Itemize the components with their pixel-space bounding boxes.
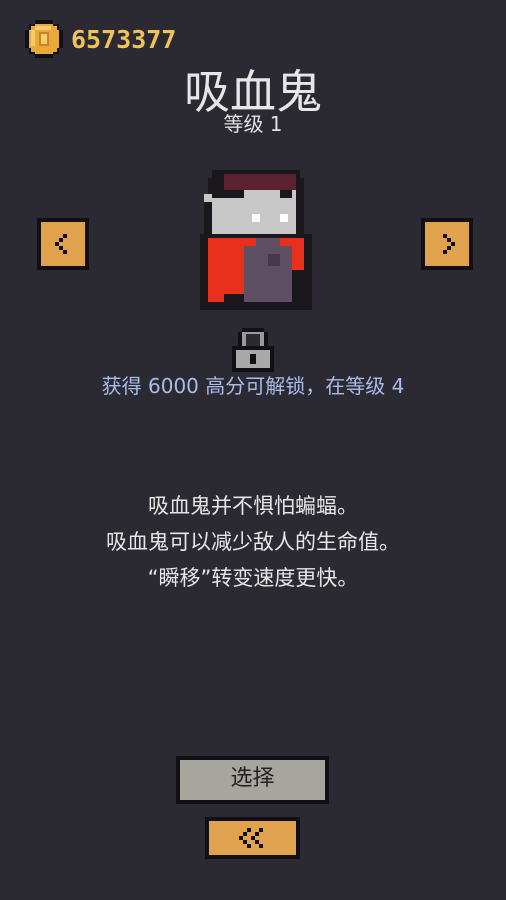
unlock-requirement: 获得 6000 高分可解锁，在等级 4: [101, 374, 405, 398]
coin-count: 6573377: [71, 24, 177, 54]
character-level: 等级 1: [223, 112, 283, 136]
select-button[interactable]: 选择: [176, 756, 329, 804]
description-line: “瞬移”转变速度更快。: [147, 566, 359, 590]
lock-icon: [232, 328, 274, 372]
description-line: 吸血鬼并不惧怕蝙蝠。: [148, 494, 358, 518]
chevron-left-icon: [55, 234, 67, 254]
character-description: 吸血鬼并不惧怕蝙蝠。 吸血鬼可以减少敌人的生命值。 “瞬移”转变速度更快。: [0, 488, 506, 596]
next-character-button[interactable]: [421, 218, 473, 270]
back-button[interactable]: [205, 817, 300, 859]
chevron-right-icon: [443, 234, 455, 254]
coin-counter: 6573377: [25, 20, 176, 58]
double-chevron-left-icon: [239, 828, 263, 848]
coin-icon: [25, 20, 63, 58]
vampire-sprite: [200, 170, 312, 310]
description-line: 吸血鬼可以减少敌人的生命值。: [106, 530, 400, 554]
prev-character-button[interactable]: [37, 218, 89, 270]
